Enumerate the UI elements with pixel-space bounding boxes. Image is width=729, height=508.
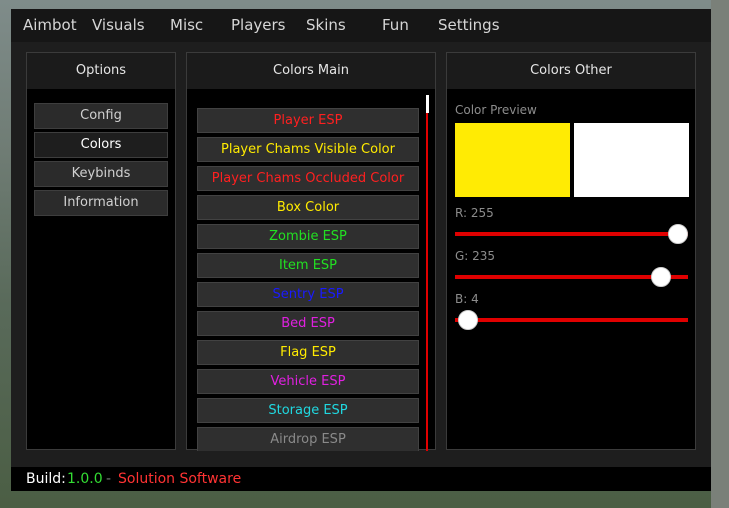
color-item-vehicle-esp[interactable]: Vehicle ESP xyxy=(197,369,419,394)
menu-tab-players[interactable]: Players xyxy=(231,16,286,34)
color-item-airdrop-esp[interactable]: Airdrop ESP xyxy=(197,427,419,451)
build-version: 1.0.0 xyxy=(67,471,103,487)
green-value-label: G: 235 xyxy=(455,249,496,263)
menu-tab-misc[interactable]: Misc xyxy=(170,16,203,34)
list-scrollbar-thumb[interactable] xyxy=(426,95,429,113)
menu-tab-skins[interactable]: Skins xyxy=(306,16,346,34)
red-slider[interactable] xyxy=(455,232,688,236)
brand-name: Solution Software xyxy=(118,471,242,487)
menu-tab-visuals[interactable]: Visuals xyxy=(92,16,145,34)
menu-tab-settings[interactable]: Settings xyxy=(438,16,500,34)
color-item-player-chams-occluded[interactable]: Player Chams Occluded Color xyxy=(197,166,419,191)
red-value-label: R: 255 xyxy=(455,206,494,220)
colors-main-list: Player ESP Player Chams Visible Color Pl… xyxy=(197,105,425,451)
blue-slider-knob[interactable] xyxy=(458,310,479,330)
color-item-bed-esp[interactable]: Bed ESP xyxy=(197,311,419,336)
footer-separator: - xyxy=(106,471,112,487)
options-colors-button[interactable]: Colors xyxy=(34,132,168,158)
color-item-storage-esp[interactable]: Storage ESP xyxy=(197,398,419,423)
blue-value-label: B: 4 xyxy=(455,292,479,306)
options-config-button[interactable]: Config xyxy=(34,103,168,129)
color-item-player-chams-visible[interactable]: Player Chams Visible Color xyxy=(197,137,419,162)
colors-main-title: Colors Main xyxy=(187,53,435,89)
color-preview-label: Color Preview xyxy=(455,103,537,117)
blue-slider[interactable] xyxy=(455,318,688,322)
build-label: Build: xyxy=(26,471,66,487)
list-scrollbar[interactable] xyxy=(426,105,428,451)
colors-other-title: Colors Other xyxy=(447,53,695,89)
color-preview-swatch-secondary xyxy=(574,123,689,197)
colors-other-panel: Colors Other Color Preview R: 255 G: 235… xyxy=(446,52,696,450)
top-menu-bar: Aimbot Visuals Misc Players Skins Fun Se… xyxy=(11,9,711,42)
colors-main-panel: Colors Main Player ESP Player Chams Visi… xyxy=(186,52,436,451)
options-information-button[interactable]: Information xyxy=(34,190,168,216)
color-item-sentry-esp[interactable]: Sentry ESP xyxy=(197,282,419,307)
options-panel-title: Options xyxy=(27,53,175,89)
color-preview-swatch xyxy=(455,123,570,197)
status-footer: Build: 1.0.0 - Solution Software xyxy=(11,467,711,491)
color-item-player-esp[interactable]: Player ESP xyxy=(197,108,419,133)
options-keybinds-button[interactable]: Keybinds xyxy=(34,161,168,187)
color-item-zombie-esp[interactable]: Zombie ESP xyxy=(197,224,419,249)
color-item-flag-esp[interactable]: Flag ESP xyxy=(197,340,419,365)
red-slider-knob[interactable] xyxy=(668,224,688,244)
menu-tab-aimbot[interactable]: Aimbot xyxy=(23,16,77,34)
green-slider-knob[interactable] xyxy=(651,267,672,287)
color-item-item-esp[interactable]: Item ESP xyxy=(197,253,419,278)
cheat-menu-window: Aimbot Visuals Misc Players Skins Fun Se… xyxy=(11,9,711,491)
options-panel: Options Config Colors Keybinds Informati… xyxy=(26,52,176,450)
menu-tab-fun[interactable]: Fun xyxy=(382,16,409,34)
game-background-edge xyxy=(711,0,729,508)
color-item-box-color[interactable]: Box Color xyxy=(197,195,419,220)
